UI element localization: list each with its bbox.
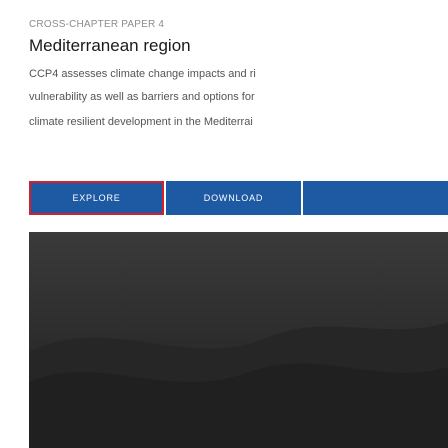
hero-image-graphic bbox=[29, 232, 448, 448]
intro-line-2: vulnerability as well as barriers and op… bbox=[29, 91, 255, 103]
intro-line-3: climate resilient development in the Med… bbox=[29, 116, 253, 128]
explore-button[interactable]: EXPLORE bbox=[29, 181, 164, 215]
action-buttons: EXPLORE DOWNLOAD bbox=[29, 181, 448, 215]
intro-line-1: CCP4 assesses climate change impacts and… bbox=[29, 68, 256, 80]
page: CROSS-CHAPTER PAPER 4 Mediterranean regi… bbox=[0, 0, 448, 448]
hero-image bbox=[29, 232, 448, 448]
chapter-kicker: CROSS-CHAPTER PAPER 4 bbox=[29, 19, 165, 30]
download-button[interactable]: DOWNLOAD bbox=[166, 181, 301, 215]
page-title: Mediterranean region bbox=[29, 36, 191, 55]
more-button[interactable] bbox=[303, 181, 448, 215]
